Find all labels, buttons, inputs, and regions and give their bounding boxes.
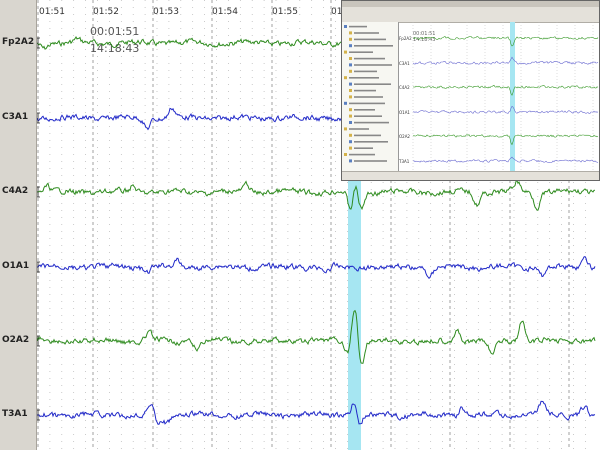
channel-trace: [37, 400, 596, 425]
tree-node-line: [354, 147, 373, 149]
overview-trace-area[interactable]: 00:01:51 14:18:43 Fp2A2 C3A1 C4A2 O1A1 O…: [398, 22, 599, 174]
tree-node-icon: [349, 44, 352, 48]
tree-node-icon: [349, 95, 352, 99]
tree-node-icon: [349, 31, 352, 35]
channel-label-column: Fp2A2 C3A1 C4A2 O1A1 O2A2 T3A1: [0, 0, 37, 450]
time-tick-label: 01:52: [93, 7, 119, 17]
tree-node-line: [349, 77, 379, 79]
tree-node-line: [354, 70, 377, 73]
tree-node-icon: [349, 133, 352, 137]
overview-event-marker: [510, 22, 515, 174]
overview-file-tree[interactable]: [342, 22, 399, 174]
tree-node-icon: [344, 127, 347, 131]
tree-node-line: [354, 141, 388, 143]
tree-node-icon: [344, 101, 347, 105]
channel-label-o1a1: O1A1: [2, 261, 30, 271]
tree-node-line: [349, 51, 373, 53]
tree-node-line: [354, 109, 375, 111]
tree-node-icon: [349, 37, 352, 41]
time-tick-label: 01:55: [272, 7, 298, 17]
channel-label-c4a2: C4A2: [2, 186, 29, 196]
tree-node-icon: [349, 89, 352, 92]
overview-channel-label: C3A1: [399, 61, 410, 66]
tree-node-line: [354, 89, 376, 92]
time-tick-label: 01:54: [212, 7, 238, 17]
channel-trace: [37, 256, 596, 280]
tree-node-icon: [349, 63, 352, 67]
overview-channel-label: O1A1: [399, 110, 410, 115]
tree-node-icon: [349, 146, 352, 150]
tree-node-icon: [349, 140, 352, 144]
overview-channel-trace: [412, 105, 599, 114]
channel-label-c3a1: C3A1: [2, 112, 29, 122]
overview-channel-label: C4A2: [399, 85, 410, 90]
tree-node-icon: [349, 57, 352, 60]
tree-node-line: [354, 115, 382, 117]
tree-node-line: [354, 96, 383, 98]
elapsed-time: 00:01:51: [90, 25, 139, 38]
channel-label-t3a1: T3A1: [2, 409, 28, 419]
tree-node-line: [354, 121, 389, 124]
channel-trace: [37, 309, 596, 364]
tree-node-line: [354, 38, 386, 41]
overview-channel-label: O2A2: [399, 134, 410, 139]
eeg-viewer-window: Fp2A2 C3A1 C4A2 O1A1 O2A2 T3A1 01:51 01:…: [0, 0, 600, 450]
time-axis: 01:51 01:52 01:53 01:54 01:55 01:: [39, 7, 345, 17]
overview-channel-trace: [412, 56, 599, 65]
tree-node-line: [354, 57, 385, 60]
overview-channel-label: T3A1: [398, 159, 410, 164]
overview-channel-label: Fp2A2: [399, 36, 412, 41]
event-marker-highlight[interactable]: [348, 178, 361, 450]
overview-channel-trace: [412, 36, 599, 47]
overview-window[interactable]: 00:01:51 14:18:43 Fp2A2 C3A1 C4A2 O1A1 O…: [341, 0, 600, 181]
tree-node-icon: [349, 114, 352, 118]
overview-channel-trace: [412, 156, 599, 164]
time-tick-label: 01:53: [153, 7, 179, 17]
channel-label-o2a2: O2A2: [2, 335, 30, 345]
overview-trace-plot: 00:01:51 14:18:43 Fp2A2 C3A1 C4A2 O1A1 O…: [398, 22, 599, 174]
tree-node-line: [354, 45, 393, 47]
tree-node-icon: [349, 108, 352, 112]
tree-node-icon: [349, 159, 352, 163]
tree-node-line: [349, 25, 367, 28]
file-tree-entries: [344, 25, 393, 163]
channel-trace: [37, 179, 596, 211]
tree-node-icon: [344, 76, 347, 80]
channel-label-fp2a2: Fp2A2: [2, 37, 35, 47]
tree-node-icon: [344, 50, 347, 54]
tree-node-line: [354, 64, 392, 66]
tree-node-line: [354, 32, 379, 34]
overview-channel-trace: [412, 84, 599, 96]
tree-node-icon: [344, 25, 347, 28]
time-tick-label: 01:51: [39, 7, 65, 17]
tree-node-icon: [344, 153, 347, 156]
tree-node-icon: [349, 82, 352, 86]
tree-node-line: [354, 160, 387, 162]
overview-status-bar[interactable]: [342, 171, 599, 180]
overview-channel-trace: [412, 134, 599, 146]
tree-node-line: [349, 128, 369, 130]
tree-node-icon: [349, 69, 352, 73]
tree-node-line: [349, 153, 375, 156]
tree-node-icon: [349, 121, 352, 124]
tree-node-line: [354, 134, 381, 137]
tree-node-line: [349, 102, 385, 105]
tree-node-line: [354, 83, 391, 85]
